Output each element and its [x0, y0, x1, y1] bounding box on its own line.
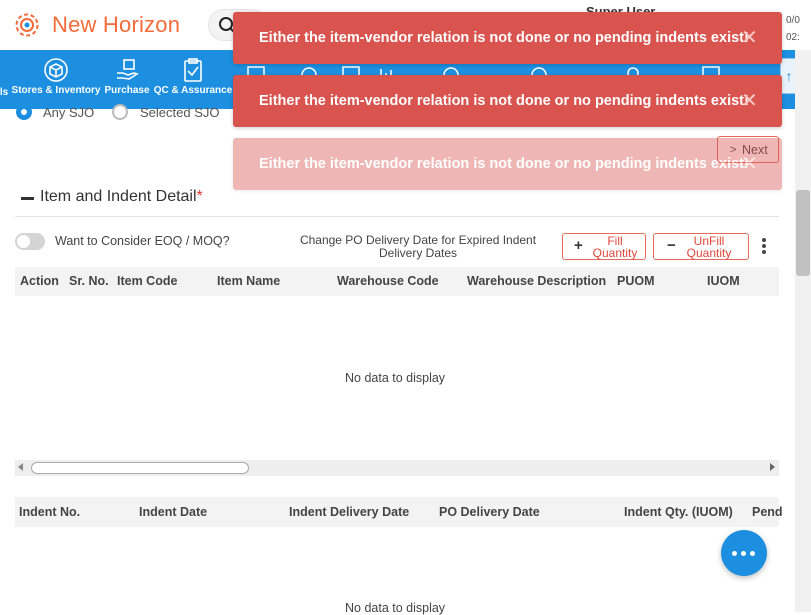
more-options-icon[interactable] — [760, 238, 768, 256]
col-item-code[interactable]: Item Code — [117, 274, 177, 288]
toast-message: Either the item-vendor relation is not d… — [259, 156, 749, 172]
section-title-text: Item and Indent Detail — [40, 188, 197, 205]
module-label: ls — [0, 87, 9, 98]
toast-message: Either the item-vendor relation is not d… — [259, 93, 749, 109]
unfill-quantity-label: UnFill Quantity — [686, 234, 732, 260]
col-po-delivery-date[interactable]: PO Delivery Date — [439, 505, 540, 519]
col-indent-qty[interactable]: Indent Qty. (IUOM) — [624, 505, 733, 519]
col-puom[interactable]: PUOM — [617, 274, 655, 288]
col-sr-no[interactable]: Sr. No. — [69, 274, 109, 288]
change-po-date-label[interactable]: Change PO Delivery Date for Expired Inde… — [290, 234, 546, 260]
scroll-thumb[interactable] — [31, 462, 249, 474]
chat-dot — [741, 551, 746, 556]
module-label: Stores & Inventory — [11, 85, 101, 96]
close-icon[interactable]: ✕ — [741, 25, 758, 50]
minus-icon: − — [667, 237, 676, 254]
module-tab-purchase[interactable]: Purchase — [103, 50, 151, 109]
item-table-empty: No data to display — [345, 371, 446, 385]
module-label: QC & Assurance — [153, 85, 233, 96]
brand-name[interactable]: New Horizon — [52, 12, 180, 38]
chat-dot — [750, 551, 755, 556]
error-toast: Either the item-vendor relation is not d… — [233, 12, 782, 64]
col-item-name[interactable]: Item Name — [217, 274, 280, 288]
gear-logo-icon[interactable] — [12, 10, 42, 40]
col-pending[interactable]: Pend — [752, 505, 783, 519]
fill-quantity-button[interactable]: + Fill Quantity — [562, 233, 646, 260]
collapse-icon[interactable] — [21, 197, 34, 200]
scroll-right-icon[interactable] — [770, 463, 775, 471]
box-icon — [44, 58, 68, 82]
error-toast: Either the item-vendor relation is not d… — [233, 75, 782, 127]
hand-box-icon — [117, 59, 139, 80]
required-mark: * — [196, 188, 203, 205]
col-indent-no[interactable]: Indent No. — [19, 505, 80, 519]
page-vscrollbar[interactable] — [795, 50, 811, 612]
col-warehouse-code[interactable]: Warehouse Code — [337, 274, 439, 288]
close-icon[interactable]: ✕ — [741, 88, 758, 113]
col-iuom[interactable]: IUOM — [707, 274, 740, 288]
plus-icon: + — [574, 237, 583, 254]
item-table-header: Action Sr. No. Item Code Item Name Wareh… — [15, 267, 779, 296]
close-icon[interactable]: ✕ — [741, 151, 758, 176]
toast-message: Either the item-vendor relation is not d… — [259, 30, 749, 46]
indent-table-header: Indent No. Indent Date Indent Delivery D… — [15, 497, 783, 527]
any-sjo-label[interactable]: Any SJO — [43, 105, 94, 120]
chat-button[interactable] — [721, 530, 767, 576]
module-tab-truncated[interactable]: ls — [0, 50, 10, 109]
fill-quantity-label: Fill Quantity — [592, 234, 638, 260]
selected-sjo-label[interactable]: Selected SJO — [140, 105, 220, 120]
eoq-moq-label: Want to Consider EOQ / MOQ? — [55, 234, 230, 248]
module-label: Purchase — [104, 85, 150, 96]
chat-dot — [732, 551, 737, 556]
section-title: Item and Indent Detail* — [40, 188, 203, 206]
eoq-moq-toggle[interactable] — [15, 233, 45, 250]
any-sjo-radio[interactable] — [16, 104, 32, 120]
module-tab-qc-assurance[interactable]: QC & Assurance — [152, 50, 234, 109]
error-toast: Either the item-vendor relation is not d… — [233, 138, 782, 190]
col-indent-delivery-date[interactable]: Indent Delivery Date — [289, 505, 409, 519]
user-meta-bottom: 02: — [786, 32, 800, 43]
col-indent-date[interactable]: Indent Date — [139, 505, 207, 519]
checklist-icon — [184, 58, 202, 82]
unfill-quantity-button[interactable]: − UnFill Quantity — [653, 233, 749, 260]
indent-table-empty: No data to display — [345, 601, 446, 615]
module-tab-stores-inventory[interactable]: Stores & Inventory — [10, 50, 102, 109]
user-meta-top: 0/0 — [786, 15, 800, 26]
col-action[interactable]: Action — [20, 274, 59, 288]
page-scroll-thumb[interactable] — [796, 190, 810, 276]
col-warehouse-description[interactable]: Warehouse Description — [467, 274, 606, 288]
item-table-hscrollbar[interactable] — [15, 460, 779, 476]
scroll-left-icon[interactable] — [18, 463, 23, 471]
section-divider — [15, 216, 779, 217]
selected-sjo-radio[interactable] — [112, 104, 128, 120]
